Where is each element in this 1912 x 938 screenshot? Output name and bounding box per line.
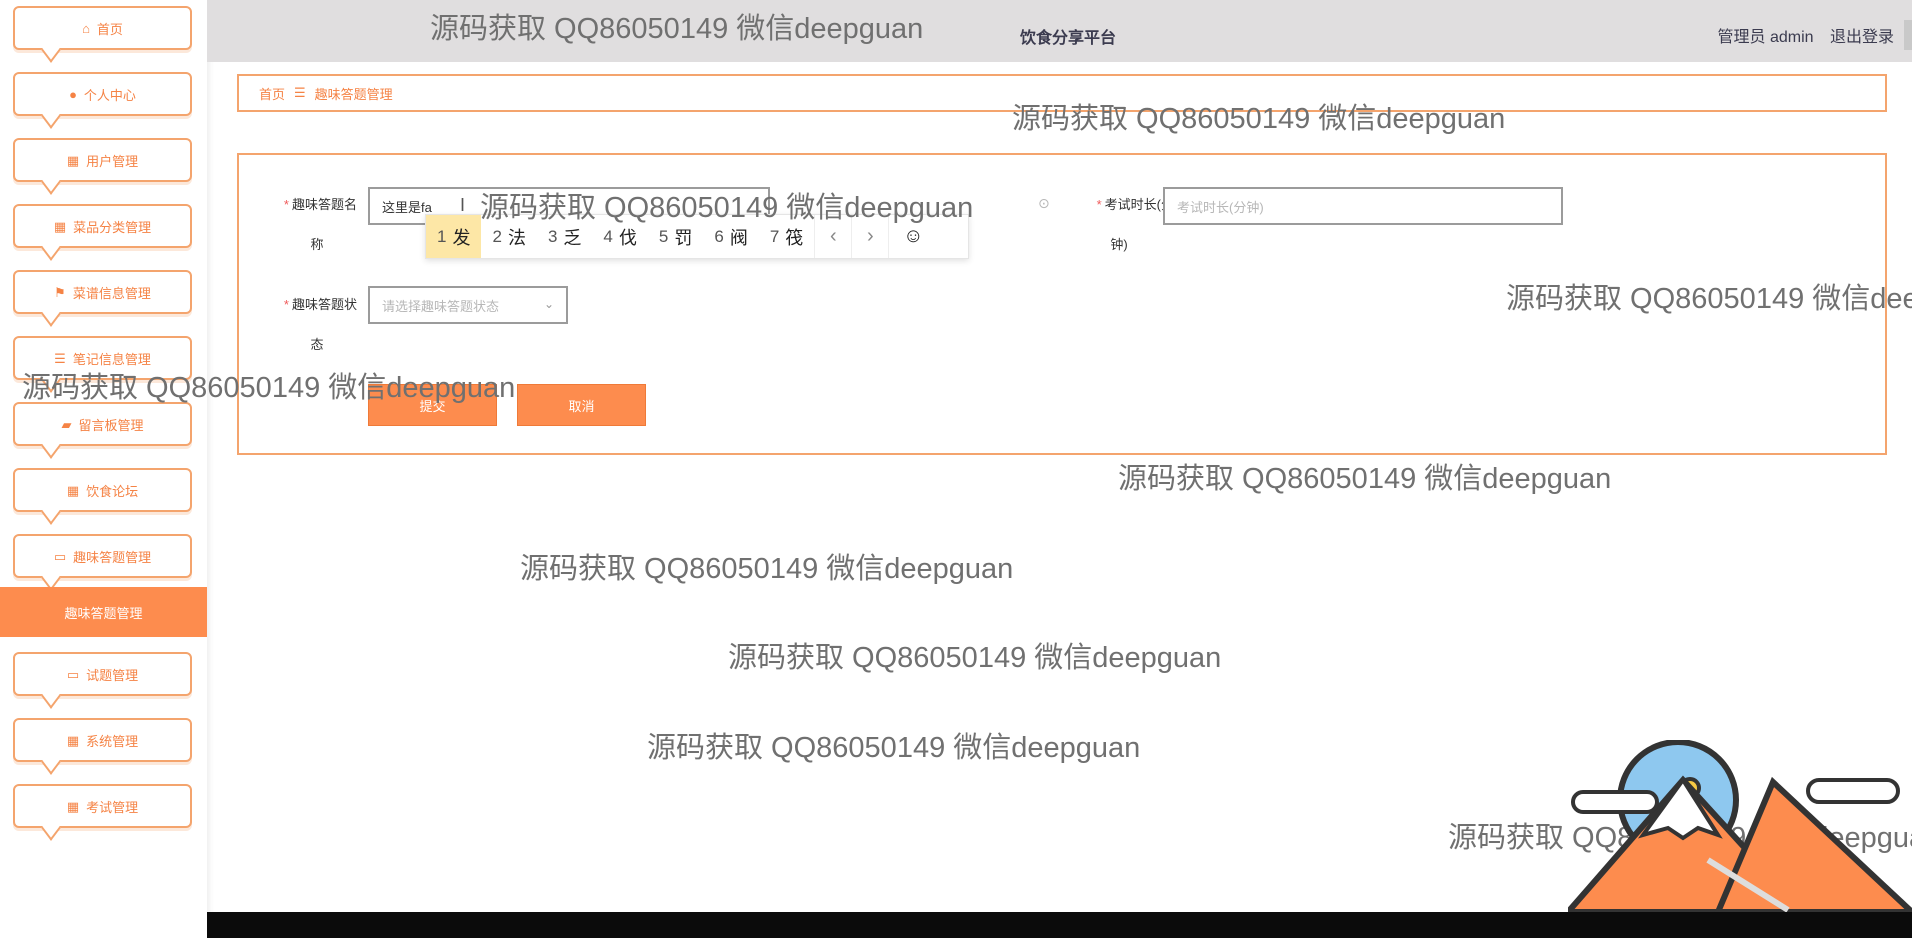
clear-icon[interactable]: ⊙ [1038, 195, 1050, 212]
breadcrumb-separator-icon: ☰ [294, 85, 306, 100]
breadcrumb: 首页 ☰ 趣味答题管理 [237, 74, 1887, 112]
breadcrumb-current: 趣味答题管理 [314, 86, 393, 102]
user-area: 管理员 admin 退出登录 [1706, 23, 1895, 47]
ime-candidate[interactable]: 6阀 [703, 215, 758, 258]
sidebar-item-message-board[interactable]: ▰ 留言板管理 [13, 402, 192, 446]
sidebar-item-label: 用户管理 [86, 153, 139, 169]
status-placeholder: 请选择趣味答题状态 [382, 298, 500, 314]
ime-candidate[interactable]: 5罚 [648, 215, 703, 258]
duration-input[interactable]: 考试时长(分钟) [1163, 187, 1563, 225]
ime-candidate[interactable]: 2法 [481, 215, 536, 258]
monitor-icon: ▭ [53, 548, 67, 564]
flag-icon: ⚑ [54, 284, 66, 300]
quiz-status-label: * 趣味答题状 态 [277, 295, 357, 355]
user-label: 管理员 admin [1717, 29, 1814, 46]
sidebar-item-label: 笔记信息管理 [72, 351, 151, 367]
ime-emoji-icon[interactable]: ☺ [888, 215, 937, 258]
required-mark: * [283, 197, 289, 212]
submit-button[interactable]: 提交 [368, 384, 497, 426]
sidebar-item-label: 考试管理 [86, 799, 139, 815]
grid-icon: ▦ [66, 152, 80, 168]
watermark: 源码获取 QQ86050149 微信deepguan [1118, 463, 1612, 495]
duration-placeholder: 考试时长(分钟) [1177, 199, 1264, 215]
user-icon: ● [69, 86, 77, 102]
monitor-icon: ▭ [66, 666, 80, 682]
ime-candidate[interactable]: 3乏 [537, 215, 592, 258]
scrollbar[interactable] [1904, 20, 1912, 50]
quiz-form: * 趣味答题名 称 这里是fa I ⊙ * 考试时长(分 钟) 考试时长(分钟) *… [237, 153, 1887, 455]
sidebar-item-label: 试题管理 [86, 667, 139, 683]
text-cursor-icon: I [460, 195, 466, 215]
sidebar: ⌂ 首页 ● 个人中心 ▦ 用户管理 ▦ 菜品分类管理 ⚑ 菜谱信息管理 ☰ 笔… [0, 0, 207, 938]
sidebar-item-label: 系统管理 [86, 733, 139, 749]
sidebar-item-label: 饮食论坛 [86, 483, 139, 499]
ime-candidate[interactable]: 4伐 [592, 215, 647, 258]
duration-label: * 考试时长(分 钟) [1064, 195, 1174, 255]
sidebar-item-profile[interactable]: ● 个人中心 [13, 72, 192, 116]
breadcrumb-home[interactable]: 首页 [259, 84, 285, 103]
watermark: 源码获取 QQ86050149 微信deepguan [647, 732, 1141, 764]
sidebar-item-quiz[interactable]: ▭ 趣味答题管理 [13, 534, 192, 578]
watermark: 源码获取 QQ86050149 微信deepguan [520, 553, 1014, 585]
sidebar-item-label: 留言板管理 [78, 417, 144, 433]
cancel-button[interactable]: 取消 [517, 384, 646, 426]
bottom-bar [207, 912, 1912, 938]
home-icon: ⌂ [82, 20, 90, 36]
quiz-name-label: * 趣味答题名 称 [277, 195, 357, 255]
ime-prev-icon[interactable]: ‹ [814, 215, 851, 258]
sidebar-item-label: 个人中心 [83, 87, 136, 103]
sidebar-item-system[interactable]: ▦ 系统管理 [13, 718, 192, 762]
ime-candidate-bar: 1发 2法 3乏 4伐 5罚 6阀 7筏 ‹ › ☺ [425, 214, 969, 259]
grid-icon: ▦ [53, 218, 67, 234]
ime-next-icon[interactable]: › [851, 215, 888, 258]
thumb-icon: ▰ [61, 416, 72, 432]
sidebar-item-label: 菜谱信息管理 [72, 285, 151, 301]
sidebar-item-forum[interactable]: ▦ 饮食论坛 [13, 468, 192, 512]
sidebar-item-label: 首页 [96, 21, 123, 37]
sidebar-item-dish-category[interactable]: ▦ 菜品分类管理 [13, 204, 192, 248]
sidebar-item-label: 菜品分类管理 [73, 219, 152, 235]
top-header: 饮食分享平台 管理员 admin 退出登录 [207, 0, 1912, 62]
chevron-down-icon: ⌄ [543, 297, 554, 311]
quiz-name-label-wrap: 称 [310, 237, 324, 252]
sidebar-item-users[interactable]: ▦ 用户管理 [13, 138, 192, 182]
sidebar-item-notes[interactable]: ☰ 笔记信息管理 [13, 336, 192, 380]
grid-icon: ▦ [66, 732, 80, 748]
watermark: 源码获取 QQ86050149 微信deepguan [728, 642, 1222, 674]
sidebar-item-label: 趣味答题管理 [73, 549, 152, 565]
grid-icon: ▦ [66, 798, 80, 814]
ime-candidate[interactable]: 7筏 [759, 215, 814, 258]
sidebar-subitem-label: 趣味答题管理 [64, 605, 143, 621]
sliders-icon: ☰ [54, 350, 66, 366]
duration-label-wrap: 钟) [1110, 237, 1128, 252]
mountain-illustration [1568, 740, 1912, 912]
required-mark: * [283, 297, 289, 312]
logout-link[interactable]: 退出登录 [1830, 29, 1894, 46]
required-mark: * [1096, 197, 1102, 212]
quiz-status-label-wrap: 态 [310, 337, 324, 352]
sidebar-item-exam[interactable]: ▦ 考试管理 [13, 784, 192, 828]
quiz-status-select[interactable]: 请选择趣味答题状态 ⌄ [368, 286, 568, 324]
sidebar-item-home[interactable]: ⌂ 首页 [13, 6, 192, 50]
sidebar-item-questions[interactable]: ▭ 试题管理 [13, 652, 192, 696]
sidebar-subitem-quiz-manage[interactable]: 趣味答题管理 [0, 587, 207, 637]
sidebar-item-recipe[interactable]: ⚑ 菜谱信息管理 [13, 270, 192, 314]
app-title: 饮食分享平台 [1020, 30, 1117, 47]
grid-icon: ▦ [66, 482, 80, 498]
quiz-name-value: 这里是fa [382, 199, 432, 215]
ime-candidate[interactable]: 1发 [426, 215, 482, 258]
